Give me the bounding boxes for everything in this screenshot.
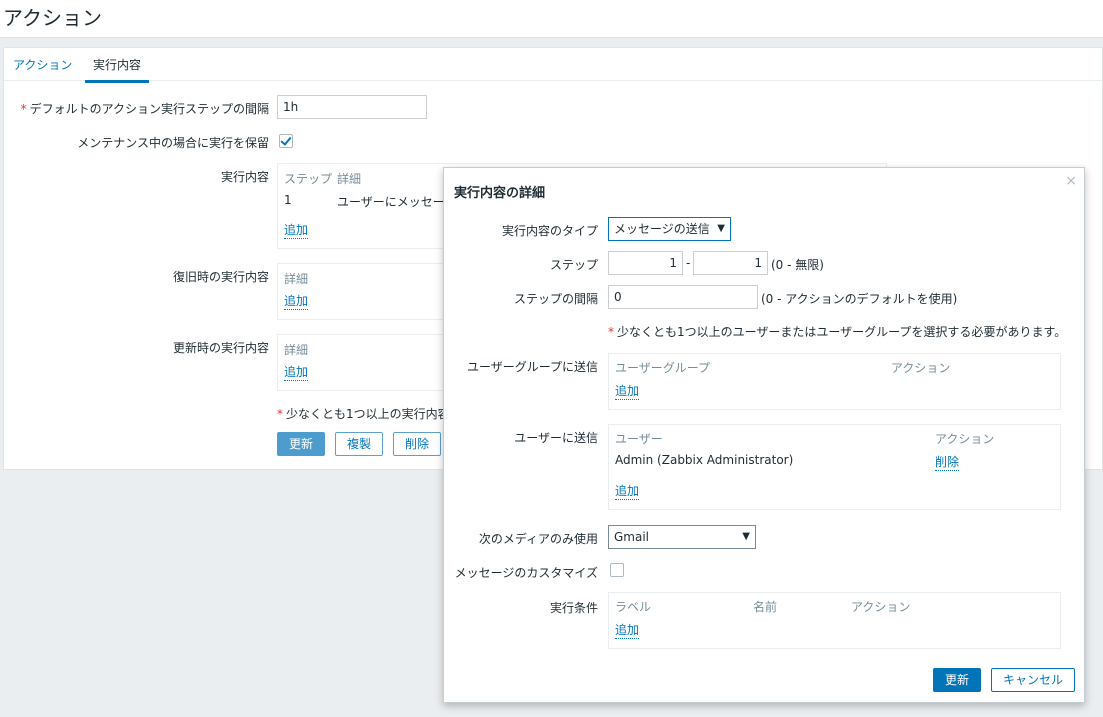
- operations-header-step: ステップ: [284, 172, 333, 186]
- operation-details-value: ユーザーにメッセー: [337, 195, 445, 209]
- update-button[interactable]: 更新: [277, 432, 325, 456]
- recovery-add-link[interactable]: 追加: [284, 292, 309, 310]
- operations-label: 実行内容: [220, 170, 269, 184]
- steps-label: ステップ: [549, 258, 598, 272]
- send-to-groups-label: ユーザーグループに送信: [466, 360, 598, 374]
- default-step-duration-text: デフォルトのアクション実行ステップの間隔: [29, 102, 269, 116]
- operations-add-link[interactable]: 追加: [284, 221, 309, 239]
- recovery-operations-label: 復旧時の実行内容: [172, 270, 269, 284]
- media-value: Gmail: [614, 530, 650, 544]
- operation-type-label: 実行内容のタイプ: [501, 224, 598, 238]
- conditions-header-name: 名前: [753, 600, 778, 614]
- groups-header-action: アクション: [891, 361, 951, 375]
- users-header-action: アクション: [935, 432, 995, 446]
- operations-warning: * 少なくとも1つ以上の実行内容: [277, 405, 450, 422]
- conditions-header-label: ラベル: [615, 600, 652, 614]
- required-marker: *: [20, 102, 27, 116]
- step-to-input[interactable]: 1: [693, 251, 768, 275]
- users-table: ユーザー アクション Admin (Zabbix Administrator) …: [608, 424, 1061, 510]
- custom-message-checkbox[interactable]: [610, 563, 624, 577]
- users-header-user: ユーザー: [615, 432, 663, 446]
- user-groups-table: ユーザーグループ アクション 追加: [608, 353, 1061, 410]
- required-marker: *: [608, 325, 614, 339]
- dialog-warning: * 少なくとも1つ以上のユーザーまたはユーザーグループを選択する必要があります。: [608, 323, 1066, 340]
- media-label: 次のメディアのみ使用: [478, 532, 598, 546]
- operation-type-value: メッセージの送信: [614, 222, 710, 236]
- check-icon: [280, 134, 292, 146]
- step-hint: (0 - 無限): [771, 258, 824, 272]
- page-title: アクション: [3, 6, 102, 30]
- pause-maintenance-label: メンテナンス中の場合に実行を保留: [77, 136, 269, 150]
- groups-add-link[interactable]: 追加: [615, 382, 640, 400]
- tab-action[interactable]: アクション: [13, 56, 72, 80]
- media-select[interactable]: Gmail ▼: [608, 525, 756, 549]
- step-duration-label: ステップの間隔: [513, 292, 598, 306]
- tab-bar: アクション 実行内容: [4, 48, 1102, 83]
- operation-details-dialog: 実行内容の詳細 × 実行内容のタイプ メッセージの送信 ▼ ステップ 1 - 1 …: [443, 167, 1085, 703]
- update-add-link[interactable]: 追加: [284, 363, 309, 381]
- dropdown-arrow-icon: ▼: [717, 223, 725, 234]
- dialog-warning-text: 少なくとも1つ以上のユーザーまたはユーザーグループを選択する必要があります。: [617, 325, 1067, 339]
- conditions-label: 実行条件: [549, 601, 598, 615]
- send-to-users-label: ユーザーに送信: [514, 431, 598, 445]
- delete-button[interactable]: 削除: [393, 432, 441, 456]
- recovery-header-details: 詳細: [284, 272, 309, 286]
- step-duration-input[interactable]: 0: [608, 285, 758, 309]
- operations-warning-text: 少なくとも1つ以上の実行内容: [286, 407, 450, 421]
- operation-type-select[interactable]: メッセージの送信 ▼: [608, 217, 731, 241]
- dropdown-arrow-icon: ▼: [742, 531, 750, 542]
- default-step-duration-label: * デフォルトのアクション実行ステップの間隔: [4, 100, 269, 117]
- conditions-add-link[interactable]: 追加: [615, 621, 640, 639]
- update-operations-label: 更新時の実行内容: [172, 341, 269, 355]
- page-header: アクション: [0, 0, 1103, 38]
- user-remove-link[interactable]: 削除: [935, 453, 960, 471]
- close-icon[interactable]: ×: [1065, 173, 1077, 189]
- dialog-cancel-button[interactable]: キャンセル: [991, 668, 1075, 692]
- step-separator: -: [686, 256, 691, 270]
- groups-header-group: ユーザーグループ: [615, 361, 711, 375]
- tab-operations[interactable]: 実行内容: [85, 56, 150, 83]
- users-add-link[interactable]: 追加: [615, 482, 640, 500]
- conditions-table: ラベル 名前 アクション 追加: [608, 592, 1061, 649]
- pause-maintenance-checkbox[interactable]: [279, 134, 293, 148]
- dialog-title: 実行内容の詳細: [454, 186, 546, 201]
- update-header-details: 詳細: [284, 343, 309, 357]
- step-from-input[interactable]: 1: [608, 251, 683, 275]
- conditions-header-action: アクション: [851, 600, 911, 614]
- dialog-update-button[interactable]: 更新: [933, 668, 981, 692]
- clone-button[interactable]: 複製: [335, 432, 383, 456]
- custom-message-label: メッセージのカスタマイズ: [454, 566, 598, 580]
- step-duration-hint: (0 - アクションのデフォルトを使用): [761, 292, 958, 306]
- user-row-name: Admin (Zabbix Administrator): [615, 453, 794, 467]
- operations-header-details: 詳細: [337, 172, 362, 186]
- default-step-duration-input[interactable]: 1h: [277, 95, 427, 119]
- required-marker: *: [277, 407, 283, 421]
- operation-step-value: 1: [284, 193, 292, 207]
